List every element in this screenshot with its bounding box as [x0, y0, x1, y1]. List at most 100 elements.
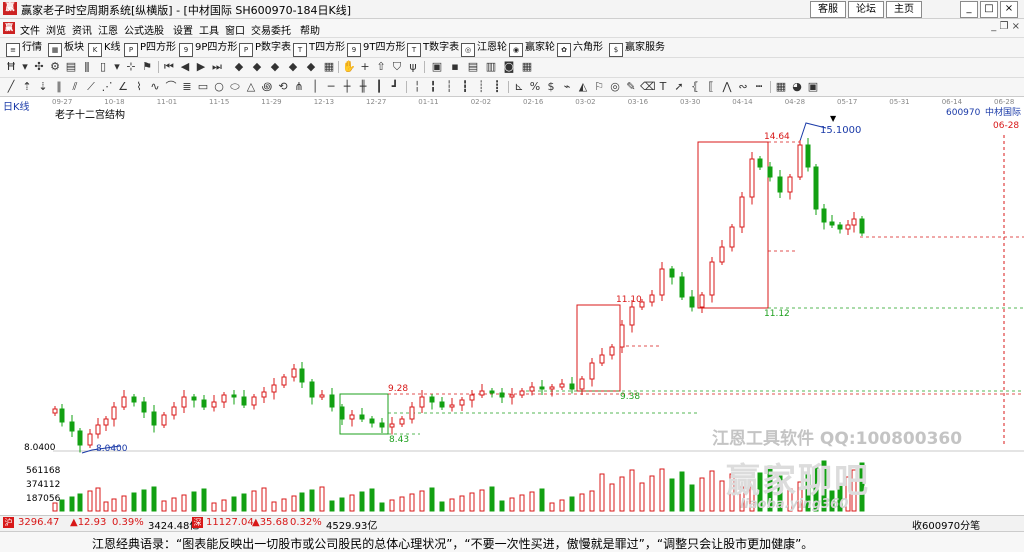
- box-icon[interactable]: ▭: [196, 80, 210, 94]
- up-arrow-icon[interactable]: ⇡: [20, 80, 34, 94]
- line-tool-icon[interactable]: ╱: [4, 80, 18, 94]
- menu-window[interactable]: 窗口: [225, 22, 245, 37]
- cross-line-icon[interactable]: ┼: [340, 80, 354, 94]
- cross-icon[interactable]: +: [358, 60, 372, 74]
- tick-tool-icon[interactable]: ╎: [410, 80, 424, 94]
- bookmark-icon[interactable]: ⚐: [592, 80, 606, 94]
- arrow-up-icon[interactable]: ⇧: [374, 60, 388, 74]
- tick-tool-icon[interactable]: ┆: [442, 80, 456, 94]
- gann-wheel-button[interactable]: ◎ 江恩轮: [461, 40, 507, 57]
- 9t-square-button[interactable]: 9 9T四方形: [347, 40, 405, 57]
- gann-fan-icon[interactable]: ⋔: [292, 80, 306, 94]
- kline-chart[interactable]: 09-27 10-18 11-01 11-15 11-29 12-13 12-27 01-11…: [0, 97, 1024, 514]
- sector-button[interactable]: ▦ 板块: [48, 40, 84, 57]
- dropdown-arrow-icon[interactable]: ▾: [110, 60, 124, 74]
- calculator-icon[interactable]: ▣: [430, 60, 444, 74]
- steps-icon[interactable]: ┛: [388, 80, 402, 94]
- play-icon[interactable]: ▶: [194, 60, 208, 74]
- close-button[interactable]: ×: [1000, 1, 1018, 18]
- bars-icon[interactable]: ┃: [372, 80, 386, 94]
- spiral-icon[interactable]: ꩜: [260, 80, 274, 94]
- tick-tool-icon[interactable]: ╏: [426, 80, 440, 94]
- text-icon[interactable]: T: [656, 80, 670, 94]
- quote-button[interactable]: ≡ 行情: [6, 40, 42, 57]
- down-arrow-icon[interactable]: ⇣: [36, 80, 50, 94]
- winner-service-button[interactable]: $ 赢家服务: [609, 40, 665, 57]
- menu-gann[interactable]: 江恩: [98, 22, 118, 37]
- triangle-icon[interactable]: △: [244, 80, 258, 94]
- fork-icon[interactable]: ψ: [406, 60, 420, 74]
- parallel-icon[interactable]: ∥: [52, 80, 66, 94]
- grid-icon[interactable]: ▦: [322, 60, 336, 74]
- gear-icon[interactable]: ⚙: [48, 60, 62, 74]
- tick-detail-label[interactable]: 收600970分笔: [912, 517, 980, 532]
- tick-tool-icon[interactable]: ┋: [490, 80, 504, 94]
- p-square-button[interactable]: P P四方形: [124, 40, 176, 57]
- diamond-icon[interactable]: ◆: [268, 60, 282, 74]
- menu-browse[interactable]: 浏览: [46, 22, 66, 37]
- hexagon-button[interactable]: ✿ 六角形: [557, 40, 603, 57]
- color-wheel-icon[interactable]: ◕: [790, 80, 804, 94]
- channel-icon[interactable]: ⫽: [68, 80, 82, 94]
- 9p-square-button[interactable]: 9 9P四方形: [179, 40, 237, 57]
- arrow-tool-icon[interactable]: ➚: [672, 80, 686, 94]
- last-icon[interactable]: ⏭: [210, 60, 224, 74]
- pencil-icon[interactable]: ✎: [624, 80, 638, 94]
- hand-icon[interactable]: ✋: [342, 60, 356, 74]
- eraser-icon[interactable]: ⌫: [640, 80, 656, 94]
- table-icon[interactable]: ▤: [466, 60, 480, 74]
- layout-icon[interactable]: ▣: [806, 80, 820, 94]
- grid-lines-icon[interactable]: ╫: [356, 80, 370, 94]
- document-icon[interactable]: ▤: [64, 60, 78, 74]
- diamond-icon[interactable]: ◆: [250, 60, 264, 74]
- percent-icon[interactable]: %: [528, 80, 542, 94]
- prev-icon[interactable]: ◀: [178, 60, 192, 74]
- winner-wheel-button[interactable]: ◉ 赢家轮: [509, 40, 555, 57]
- mdi-controls[interactable]: _ ❐ ×: [991, 21, 1020, 32]
- brace-icon[interactable]: ⦃: [688, 80, 702, 94]
- t-square-button[interactable]: T T四方形: [293, 40, 345, 57]
- wedge-icon[interactable]: ⋀: [720, 80, 734, 94]
- rays-icon[interactable]: ⟋: [84, 80, 98, 94]
- table-icon[interactable]: ▦: [774, 80, 788, 94]
- dash-icon[interactable]: ┅: [752, 80, 766, 94]
- angle-icon[interactable]: ∠: [116, 80, 130, 94]
- menu-trade[interactable]: 交易委托: [251, 22, 291, 37]
- target-icon[interactable]: ◎: [608, 80, 622, 94]
- circle-icon[interactable]: ○: [212, 80, 226, 94]
- menu-help[interactable]: 帮助: [300, 22, 320, 37]
- ruler-icon[interactable]: ⊾: [512, 80, 526, 94]
- tick-tool-icon[interactable]: ┊: [474, 80, 488, 94]
- ellipse-icon[interactable]: ⬭: [228, 80, 242, 94]
- menu-file[interactable]: 文件: [20, 22, 40, 37]
- calendar-icon[interactable]: ▦: [520, 60, 534, 74]
- chart-line-icon[interactable]: ⌁: [560, 80, 574, 94]
- kline-button[interactable]: K K线: [88, 40, 121, 57]
- tick-tool-icon[interactable]: ┇: [458, 80, 472, 94]
- cycle-icon[interactable]: ⟲: [276, 80, 290, 94]
- car-icon[interactable]: ◙: [502, 60, 516, 74]
- flag-icon[interactable]: ⚑: [140, 60, 154, 74]
- dollar-icon[interactable]: $: [544, 80, 558, 94]
- p-number-button[interactable]: P P数字表: [239, 40, 291, 57]
- notebook-icon[interactable]: ▥: [484, 60, 498, 74]
- chart-area-icon[interactable]: ◭: [576, 80, 590, 94]
- menu-tools[interactable]: 工具: [199, 22, 219, 37]
- wave-icon[interactable]: ∿: [148, 80, 162, 94]
- menu-formula[interactable]: 公式选股: [124, 22, 164, 37]
- dropdown-arrow-icon[interactable]: ▾: [18, 60, 32, 74]
- horizontal-line-icon[interactable]: ─: [324, 80, 338, 94]
- save-icon[interactable]: ▪: [448, 60, 462, 74]
- home-button[interactable]: 主页: [886, 1, 922, 18]
- vertical-line-icon[interactable]: │: [308, 80, 322, 94]
- kline-bars-icon[interactable]: ǁ: [80, 60, 94, 74]
- maximize-button[interactable]: □: [980, 1, 998, 18]
- diamond-icon[interactable]: ◆: [304, 60, 318, 74]
- t-number-button[interactable]: T T数字表: [407, 40, 459, 57]
- menu-settings[interactable]: 设置: [173, 22, 193, 37]
- crosshair-icon[interactable]: ⊹: [124, 60, 138, 74]
- fan-icon[interactable]: ⋰: [100, 80, 114, 94]
- sh-index-value[interactable]: 3296.47: [18, 517, 59, 528]
- sz-index-value[interactable]: 11127.04: [206, 517, 254, 528]
- shield-icon[interactable]: ⛉: [390, 60, 404, 74]
